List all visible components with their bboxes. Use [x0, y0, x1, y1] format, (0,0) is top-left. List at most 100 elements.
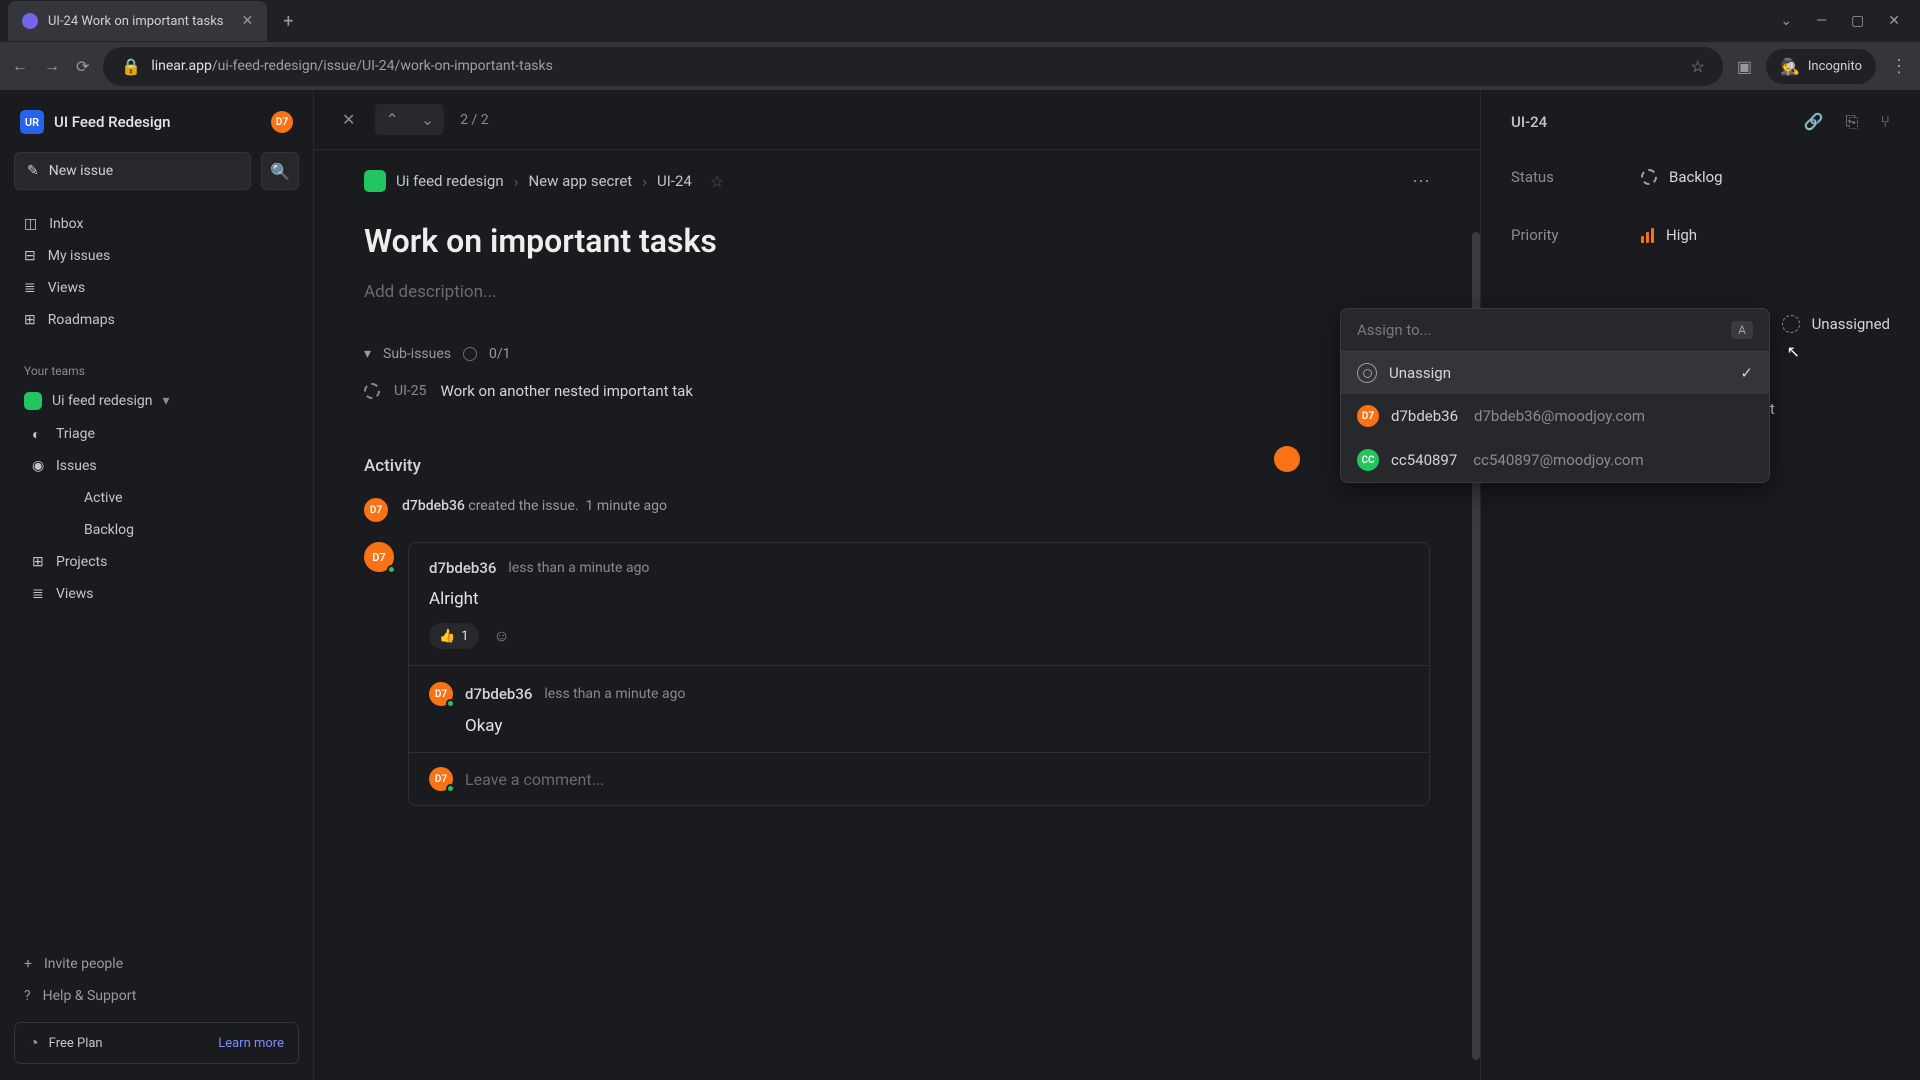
- inbox-icon: ◫: [24, 216, 37, 232]
- triage-icon: ◐: [32, 426, 40, 443]
- sidebar-item-inbox[interactable]: ◫Inbox: [14, 208, 299, 240]
- breadcrumbs: Ui feed redesign › New app secret › UI-2…: [314, 150, 1480, 212]
- backlog-status-icon: [364, 383, 380, 399]
- comment-input[interactable]: Leave a comment...: [465, 770, 1409, 789]
- prop-label: Status: [1511, 168, 1641, 186]
- panel-header: UI-24 🔗 ⎘ ⑂: [1511, 112, 1890, 132]
- breadcrumb-subproject[interactable]: New app secret: [528, 172, 632, 190]
- assignee-dropdown: Assign to... A Unassign ✓ D7 d7bdeb36 d7…: [1340, 308, 1770, 483]
- sidebar-item-triage[interactable]: ◐Triage: [14, 418, 299, 450]
- extensions-icon[interactable]: ▣: [1737, 57, 1752, 76]
- dropdown-item-user[interactable]: D7 d7bdeb36 d7bdeb36@moodjoy.com: [1341, 394, 1769, 438]
- panel-issue-id: UI-24: [1511, 113, 1547, 131]
- dropdown-user-email: cc540897@moodjoy.com: [1473, 451, 1643, 469]
- dropdown-item-unassign[interactable]: Unassign ✓: [1341, 352, 1769, 394]
- close-tab-icon[interactable]: ✕: [242, 13, 254, 29]
- search-button[interactable]: 🔍: [261, 152, 299, 190]
- add-reaction-button[interactable]: ☺: [489, 623, 515, 649]
- unassign-icon: [1357, 363, 1377, 383]
- sidebar-item-roadmaps[interactable]: ⊞Roadmaps: [14, 304, 299, 336]
- prev-issue-icon[interactable]: ⌃: [377, 106, 406, 133]
- user-avatar[interactable]: D7: [271, 111, 293, 133]
- more-icon[interactable]: ⋯: [1412, 171, 1430, 192]
- projects-icon: ⊞: [32, 554, 44, 570]
- issue-title[interactable]: Work on important tasks: [364, 222, 1430, 260]
- assignee-value-visible[interactable]: Unassigned: [1782, 315, 1890, 333]
- comment-user[interactable]: d7bdeb36: [429, 559, 496, 577]
- filter-icon: ⊟: [24, 248, 36, 264]
- new-issue-button[interactable]: ✎ New issue: [14, 152, 251, 190]
- sub-issue-row[interactable]: UI-25 Work on another nested important t…: [364, 376, 1430, 406]
- kebab-menu-icon[interactable]: ⋮: [1890, 56, 1908, 77]
- presence-indicator: [387, 565, 396, 574]
- dropdown-item-user[interactable]: CC cc540897 cc540897@moodjoy.com: [1341, 438, 1769, 482]
- star-icon[interactable]: ☆: [1690, 57, 1704, 76]
- breadcrumb-issue-id[interactable]: UI-24: [657, 172, 692, 190]
- dropdown-search[interactable]: Assign to... A: [1341, 309, 1769, 352]
- close-icon[interactable]: ✕: [338, 106, 359, 133]
- avatar: D7: [364, 542, 394, 572]
- workspace-name: UI Feed Redesign: [54, 113, 171, 131]
- next-issue-icon[interactable]: ⌄: [413, 106, 442, 133]
- copy-icon[interactable]: ⎘: [1846, 112, 1859, 132]
- window-controls: ⌄ — ▢ ✕: [1780, 13, 1912, 29]
- address-bar: ← → ⟳ 🔒 linear.app/ui-feed-redesign/issu…: [0, 42, 1920, 90]
- status-value[interactable]: Backlog: [1641, 168, 1723, 186]
- workspace-switcher[interactable]: UR UI Feed Redesign D7: [14, 106, 299, 138]
- description-input[interactable]: Add description...: [364, 282, 1430, 302]
- sidebar-item-projects[interactable]: ⊞Projects: [14, 546, 299, 578]
- priority-value[interactable]: High: [1641, 226, 1697, 244]
- nested-comment: D7 d7bdeb36 less than a minute ago Okay: [409, 665, 1429, 752]
- sub-issue-title: Work on another nested important tak: [441, 382, 693, 400]
- chevron-down-icon[interactable]: ⌄: [1780, 13, 1792, 29]
- shortcut-key: A: [1731, 321, 1753, 339]
- url-box[interactable]: 🔒 linear.app/ui-feed-redesign/issue/UI-2…: [103, 47, 1722, 86]
- sidebar-item-views[interactable]: ≣Views: [14, 272, 299, 304]
- git-branch-icon[interactable]: ⑂: [1880, 112, 1890, 132]
- avatar: D7: [429, 682, 453, 706]
- sidebar-item-issues[interactable]: ◉Issues: [14, 450, 299, 482]
- nav-icons: ← → ⟳: [12, 56, 89, 76]
- team-row[interactable]: Ui feed redesign ▾: [14, 384, 299, 418]
- map-icon: ⊞: [24, 312, 36, 328]
- new-tab-icon[interactable]: +: [283, 11, 293, 32]
- back-icon[interactable]: ←: [12, 56, 28, 76]
- comment-card: d7bdeb36 less than a minute ago Alright …: [408, 542, 1430, 806]
- reaction-thumbs-up[interactable]: 👍 1: [429, 623, 479, 649]
- close-window-icon[interactable]: ✕: [1888, 13, 1900, 29]
- smile-plus-icon: ☺: [493, 626, 509, 646]
- reload-icon[interactable]: ⟳: [76, 57, 89, 76]
- avatar: D7: [1357, 405, 1379, 427]
- activity-entry-created: D7 d7bdeb36 created the issue. 1 minute …: [364, 498, 1430, 522]
- maximize-icon[interactable]: ▢: [1851, 13, 1864, 29]
- invite-people-button[interactable]: +Invite people: [14, 948, 299, 980]
- avatar: D7: [364, 498, 388, 522]
- priority-high-icon: [1641, 228, 1654, 243]
- plan-box: ◔ Free Plan Learn more: [14, 1022, 299, 1064]
- learn-more-link[interactable]: Learn more: [218, 1036, 284, 1051]
- help-support-button[interactable]: ?Help & Support: [14, 980, 299, 1012]
- star-icon[interactable]: ☆: [710, 172, 724, 191]
- activity-header: Activity: [364, 456, 1430, 476]
- forward-icon[interactable]: →: [44, 56, 60, 76]
- breadcrumb-project[interactable]: Ui feed redesign: [396, 172, 504, 190]
- dropdown-user-email: d7bdeb36@moodjoy.com: [1474, 407, 1645, 425]
- incognito-badge[interactable]: 🕵️ Incognito: [1766, 49, 1876, 84]
- sidebar-item-backlog[interactable]: Backlog: [14, 514, 299, 546]
- link-icon[interactable]: 🔗: [1804, 112, 1824, 132]
- comment-user[interactable]: d7bdeb36: [465, 685, 532, 703]
- sidebar-item-my-issues[interactable]: ⊟My issues: [14, 240, 299, 272]
- activity-text: d7bdeb36 created the issue. 1 minute ago: [402, 498, 667, 522]
- sidebar-item-team-views[interactable]: ≣Views: [14, 578, 299, 610]
- gauge-icon: ◔: [29, 1033, 39, 1053]
- views-icon: ≣: [32, 586, 44, 602]
- browser-tab[interactable]: UI-24 Work on important tasks ✕: [8, 1, 267, 41]
- unassigned-icon: [1782, 315, 1800, 333]
- sub-issues-header[interactable]: ▾ Sub-issues 0/1: [364, 346, 1430, 362]
- content: ✕ ⌃ ⌄ 2 / 2 Ui feed redesign › New app s…: [314, 90, 1480, 1080]
- dropdown-placeholder: Assign to...: [1357, 321, 1432, 339]
- breadcrumb-separator: ›: [642, 172, 647, 191]
- browser-chrome: UI-24 Work on important tasks ✕ + ⌄ — ▢ …: [0, 0, 1920, 90]
- minimize-icon[interactable]: —: [1816, 13, 1827, 29]
- sidebar-item-active[interactable]: Active: [14, 482, 299, 514]
